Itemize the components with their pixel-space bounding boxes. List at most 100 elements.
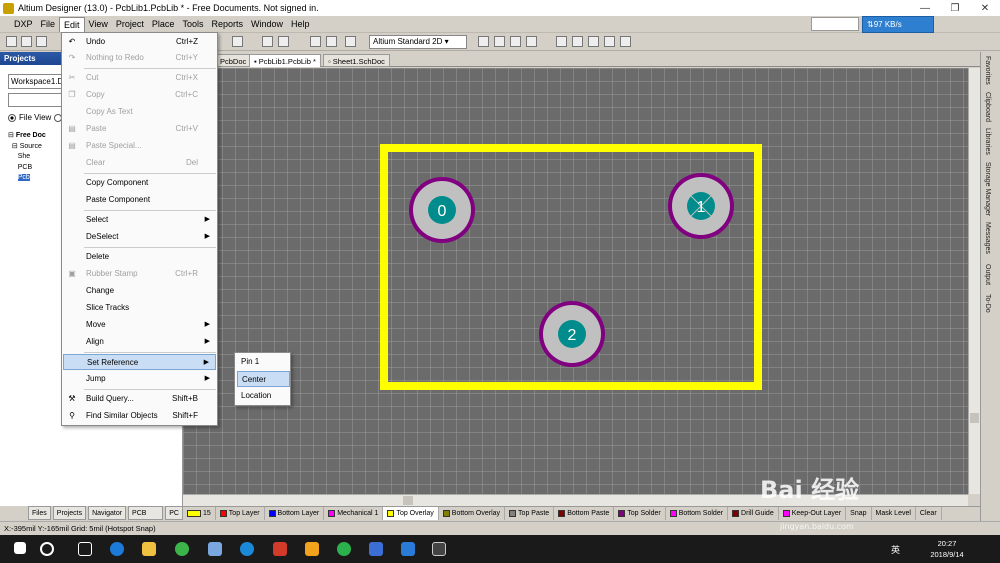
app-icon[interactable] xyxy=(208,542,222,556)
menu-item-copy-component[interactable]: Copy Component xyxy=(63,175,216,191)
arc-center-tool-icon[interactable] xyxy=(572,36,583,47)
menu-project[interactable]: Project xyxy=(112,17,148,32)
maximize-button[interactable]: ❐ xyxy=(940,0,970,16)
layer-tab-bottom-overlay[interactable]: Bottom Overlay xyxy=(439,507,506,520)
menu-item-jump[interactable]: Jump ▶ xyxy=(63,371,216,387)
snap-button[interactable]: Snap xyxy=(846,507,872,520)
menu-help[interactable]: Help xyxy=(287,17,314,32)
project-select[interactable] xyxy=(8,93,63,107)
horizontal-scroll-thumb[interactable] xyxy=(403,496,413,505)
arc-tool-icon[interactable] xyxy=(556,36,567,47)
menu-item-move[interactable]: Move ▶ xyxy=(63,317,216,333)
move-icon[interactable] xyxy=(278,36,289,47)
menu-item-delete[interactable]: Delete xyxy=(63,249,216,265)
doc-tab-pcbdoc[interactable]: PcbDoc xyxy=(215,54,252,67)
clear-button[interactable]: Clear xyxy=(916,507,942,520)
menu-item-cut[interactable]: ✂ Cut Ctrl+X xyxy=(63,70,216,86)
undo-icon[interactable] xyxy=(310,36,321,47)
dock-tab-favorites[interactable]: Favorites xyxy=(984,56,991,85)
dock-tab-output[interactable]: Output xyxy=(984,264,991,285)
layer-tab-top-layer[interactable]: Top Layer xyxy=(216,507,265,520)
fill-tool-icon[interactable] xyxy=(620,36,631,47)
tree-item[interactable]: She xyxy=(8,152,64,163)
app-icon[interactable] xyxy=(305,542,319,556)
layer-tab-top-paste[interactable]: Top Paste xyxy=(505,507,555,520)
tree-item[interactable]: ⊟ Free Doc xyxy=(8,131,64,142)
menu-item-select[interactable]: Select ▶ xyxy=(63,212,216,228)
ime-indicator[interactable]: 英 xyxy=(891,543,900,556)
panel-tab-navigator[interactable]: Navigator xyxy=(88,506,127,520)
menu-item-deselect[interactable]: DeSelect ▶ xyxy=(63,229,216,245)
app-icon[interactable] xyxy=(240,542,254,556)
vertical-scrollbar[interactable] xyxy=(968,68,980,494)
menu-edit[interactable]: Edit xyxy=(59,16,85,32)
start-icon[interactable] xyxy=(14,542,26,554)
string-tool-icon[interactable] xyxy=(526,36,537,47)
layer-tab-bottom-solder[interactable]: Bottom Solder xyxy=(666,507,729,520)
dock-tab-storage-manager[interactable]: Storage Manager xyxy=(984,162,991,216)
menu-tools[interactable]: Tools xyxy=(178,17,207,32)
dock-tab-todo[interactable]: To-Do xyxy=(984,294,991,313)
menu-item-undo[interactable]: ↶ Undo Ctrl+Z xyxy=(63,34,216,50)
tree-item[interactable]: ⊟ Source xyxy=(8,142,64,153)
menu-file[interactable]: File xyxy=(37,17,60,32)
menu-item-redo[interactable]: ↷ Nothing to Redo Ctrl+Y xyxy=(63,50,216,66)
menu-place[interactable]: Place xyxy=(148,17,179,32)
mask-level-button[interactable]: Mask Level xyxy=(872,507,916,520)
select-icon[interactable] xyxy=(262,36,273,47)
app-icon[interactable] xyxy=(401,542,415,556)
menu-item-paste[interactable]: ▤ Paste Ctrl+V xyxy=(63,121,216,137)
circle-tool-icon[interactable] xyxy=(604,36,615,47)
menu-item-clear[interactable]: Clear Del xyxy=(63,155,216,171)
layer-tab-drill-guide[interactable]: Drill Guide xyxy=(728,507,779,520)
file-view-option[interactable]: File View xyxy=(8,113,63,122)
edge-browser-icon[interactable] xyxy=(110,542,124,556)
layer-tab-bottom-paste[interactable]: Bottom Paste xyxy=(554,507,615,520)
menu-item-rubber-stamp[interactable]: ▣ Rubber Stamp Ctrl+R xyxy=(63,266,216,282)
submenu-item-location[interactable]: Location xyxy=(237,388,290,404)
pad-tool-icon[interactable] xyxy=(494,36,505,47)
menu-item-change[interactable]: Change xyxy=(63,283,216,299)
dock-tab-messages[interactable]: Messages xyxy=(984,222,991,254)
panel-tab-files[interactable]: Files xyxy=(28,506,51,520)
layer-tab-keep-out[interactable]: Keep-Out Layer xyxy=(779,507,847,520)
panel-tab-projects[interactable]: Projects xyxy=(52,506,87,520)
tree-item[interactable]: Pcb xyxy=(8,173,64,184)
arc-edge-tool-icon[interactable] xyxy=(588,36,599,47)
menu-item-align[interactable]: Align ▶ xyxy=(63,334,216,350)
doc-tab-schdoc[interactable]: ▫ Sheet1.SchDoc xyxy=(323,54,390,67)
altium-taskbar-icon[interactable] xyxy=(432,542,446,556)
app-icon[interactable] xyxy=(175,542,189,556)
close-button[interactable]: ✕ xyxy=(970,0,1000,16)
app-icon[interactable] xyxy=(369,542,383,556)
layer-tab-top-solder[interactable]: Top Solder xyxy=(614,507,666,520)
menu-item-paste-component[interactable]: Paste Component xyxy=(63,192,216,208)
pcb-canvas[interactable]: 0 1 2 xyxy=(183,68,968,494)
menu-item-copy-as-text[interactable]: Copy As Text xyxy=(63,104,216,120)
cortana-icon[interactable] xyxy=(40,542,54,556)
current-layer-indicator[interactable]: 15 xyxy=(183,507,216,520)
menu-item-slice-tracks[interactable]: Slice Tracks xyxy=(63,300,216,316)
via-tool-icon[interactable] xyxy=(510,36,521,47)
view-mode-select[interactable]: Altium Standard 2D ▾ xyxy=(369,35,467,49)
pad-1[interactable]: 1 xyxy=(668,173,734,239)
panel-tab-pcb-library[interactable]: PCB Library xyxy=(128,506,164,531)
workspace-select[interactable]: Workspace1.Ds xyxy=(8,74,63,89)
layer-tab-bottom-layer[interactable]: Bottom Layer xyxy=(265,507,325,520)
layer-tab-mechanical-1[interactable]: Mechanical 1 xyxy=(324,507,384,520)
layer-tab-top-overlay[interactable]: Top Overlay xyxy=(383,507,439,520)
file-view-radio[interactable] xyxy=(8,113,16,122)
grid-icon[interactable] xyxy=(345,36,356,47)
file-explorer-icon[interactable] xyxy=(142,542,156,556)
menu-reports[interactable]: Reports xyxy=(207,17,247,32)
minimize-button[interactable]: — xyxy=(910,0,940,16)
redo-icon[interactable] xyxy=(326,36,337,47)
menu-dxp[interactable]: DXP xyxy=(0,17,37,32)
new-file-icon[interactable] xyxy=(6,36,17,47)
open-file-icon[interactable] xyxy=(21,36,32,47)
menu-item-paste-special[interactable]: ▤ Paste Special... xyxy=(63,138,216,154)
submenu-item-pin-1[interactable]: Pin 1 xyxy=(237,354,290,370)
dock-tab-clipboard[interactable]: Clipboard xyxy=(984,92,991,122)
app-icon[interactable] xyxy=(273,542,287,556)
search-box[interactable] xyxy=(811,17,859,31)
